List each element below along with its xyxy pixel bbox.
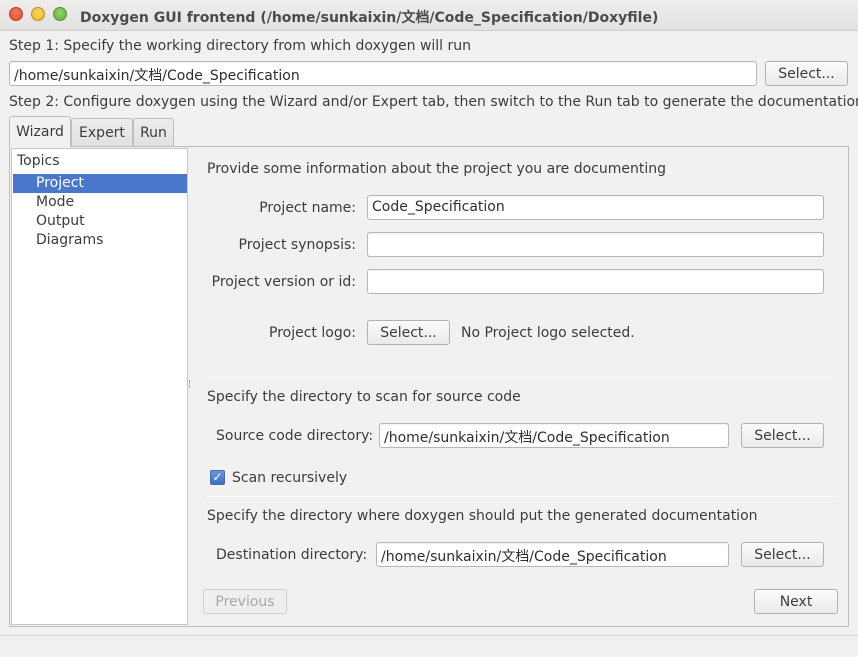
maximize-window-button[interactable] [53,7,67,21]
window-title: Doxygen GUI frontend (/home/sunkaixin/文档… [80,10,659,26]
source-heading: Specify the directory to scan for source… [207,389,521,405]
project-synopsis-input[interactable] [367,232,824,257]
scan-recursively-label[interactable]: Scan recursively [232,470,347,486]
topics-header: Topics [17,153,60,169]
destination-dir-input[interactable]: /home/sunkaixin/文档/Code_Specification [376,542,729,567]
divider [207,377,834,378]
topics-list: Topics Project Mode Output Diagrams [11,148,188,625]
next-button[interactable]: Next [754,589,838,614]
project-logo-label: Project logo: [269,325,356,341]
source-dir-label: Source code directory: [216,428,374,444]
status-bar-divider [0,635,858,636]
project-logo-status: No Project logo selected. [461,325,635,341]
scan-recursively-checkbox[interactable]: ✓ [210,470,225,485]
project-name-input[interactable]: Code_Specification [367,195,824,220]
project-logo-select-button[interactable]: Select... [367,320,450,345]
project-version-input[interactable] [367,269,824,294]
tab-run[interactable]: Run [133,118,174,146]
destination-heading: Specify the directory where doxygen shou… [207,508,758,524]
divider [207,496,834,497]
project-version-label: Project version or id: [211,274,356,290]
topic-item-project[interactable]: Project [13,174,187,193]
project-name-label: Project name: [259,200,356,216]
step2-label: Step 2: Configure doxygen using the Wiza… [9,94,858,110]
close-window-button[interactable] [9,7,23,21]
tab-wizard[interactable]: Wizard [9,116,71,147]
splitter-handle[interactable] [189,380,192,388]
tab-expert[interactable]: Expert [71,118,133,146]
project-info-heading: Provide some information about the proje… [207,161,667,177]
topic-item-diagrams[interactable]: Diagrams [13,231,187,250]
project-synopsis-label: Project synopsis: [238,237,356,253]
source-dir-input[interactable]: /home/sunkaixin/文档/Code_Specification [379,423,729,448]
source-dir-select-button[interactable]: Select... [741,423,824,448]
working-directory-select-button[interactable]: Select... [765,61,848,86]
destination-dir-select-button[interactable]: Select... [741,542,824,567]
working-directory-input[interactable]: /home/sunkaixin/文档/Code_Specification [9,61,757,86]
destination-dir-label: Destination directory: [216,547,368,563]
topic-item-mode[interactable]: Mode [13,193,187,212]
title-bar: Doxygen GUI frontend (/home/sunkaixin/文档… [0,0,858,31]
topic-item-output[interactable]: Output [13,212,187,231]
minimize-window-button[interactable] [31,7,45,21]
step1-label: Step 1: Specify the working directory fr… [9,38,472,54]
previous-button[interactable]: Previous [203,589,287,614]
